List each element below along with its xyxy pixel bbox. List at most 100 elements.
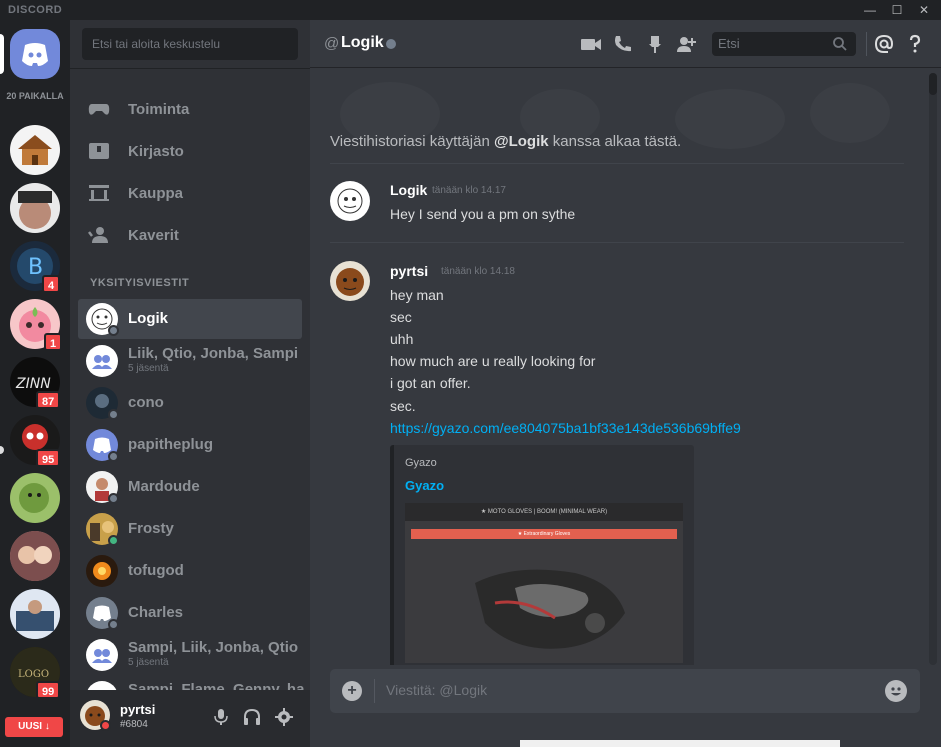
history-user: @Logik [493, 133, 549, 150]
dm-name: cono [128, 394, 164, 411]
server-icon-green-character[interactable] [10, 473, 60, 523]
message-author[interactable]: pyrtsi [390, 263, 428, 279]
dm-item-cono[interactable]: cono [78, 383, 302, 423]
close-button[interactable]: ✕ [914, 1, 934, 19]
dm-name: Frosty [128, 520, 174, 537]
headphones-icon[interactable] [242, 707, 262, 727]
dm-name: Logik [128, 310, 168, 327]
svg-text:ZINN: ZINN [15, 376, 51, 392]
dm-item-logik[interactable]: Logik [78, 299, 302, 339]
server-icon-cabin[interactable] [10, 125, 60, 175]
nav-label: Kauppa [128, 185, 184, 202]
message-list: Viestihistoriasi käyttäjän @Logik kanssa… [310, 69, 941, 665]
nav-library[interactable]: Kirjasto [78, 133, 302, 169]
image-banner: ★ Extraordinary Gloves [411, 529, 677, 539]
library-icon [89, 143, 109, 159]
maximize-button[interactable]: ☐ [887, 1, 907, 19]
friends-icon [88, 227, 108, 243]
dm-item-frosty[interactable]: Frosty [78, 509, 302, 549]
at-icon: @ [324, 35, 340, 52]
dm-item-charles[interactable]: Charles [78, 593, 302, 633]
history-suffix: kanssa alkaa tästä. [548, 133, 682, 150]
help-icon[interactable] [904, 33, 926, 55]
dm-name: tofugod [128, 562, 184, 579]
chat-area: @ Logik Etsi Viestihistoriasi käyttäjän … [310, 20, 941, 747]
message-text: how much are u really looking for [390, 353, 596, 369]
microphone-icon[interactable] [211, 707, 231, 727]
divider [374, 679, 375, 703]
group-icon [92, 355, 112, 369]
store-icon [89, 185, 109, 201]
pin-icon[interactable] [644, 33, 666, 55]
background-decoration [340, 82, 890, 149]
nav-label: Kirjasto [128, 143, 184, 160]
member-count: 5 jäsentä [128, 363, 169, 374]
settings-gear-icon[interactable] [274, 707, 294, 727]
message-text: uhh [390, 331, 414, 347]
glove-image [475, 569, 625, 649]
dm-item-papitheplug[interactable]: papitheplug [78, 425, 302, 465]
online-friends-count: 20 PAIKALLA [6, 91, 64, 101]
voice-call-icon[interactable] [612, 33, 634, 55]
message-avatar[interactable] [330, 261, 370, 301]
mention-badge: 87 [36, 391, 61, 409]
message-text: Hey I send you a pm on sythe [390, 206, 576, 222]
message-author[interactable]: Logik [390, 182, 427, 198]
scrollbar-track[interactable] [929, 73, 937, 665]
message-input[interactable]: Viestitä: @Logik [386, 682, 487, 698]
status-offline-dot [108, 409, 119, 420]
mentions-icon[interactable] [873, 33, 895, 55]
dm-item-group-2[interactable]: Sampi, Liik, Jonba, Qtio 5 jäsentä [78, 635, 302, 675]
discord-window: DISCORD — ☐ ✕ 20 PAIKALLA B 4 1 ZINN 87 … [0, 0, 941, 747]
divider [330, 163, 904, 164]
embed-title[interactable]: Gyazo [405, 478, 444, 493]
divider [70, 68, 310, 69]
add-friend-icon[interactable] [675, 33, 697, 55]
conversation-start-text: Viestihistoriasi käyttäjän @Logik kanssa… [330, 133, 681, 150]
dm-item-mardoude[interactable]: Mardoude [78, 467, 302, 507]
emoji-picker-icon[interactable] [885, 680, 907, 702]
divider [330, 242, 904, 243]
selected-indicator [0, 34, 4, 74]
status-online-dot [108, 535, 119, 546]
minimize-button[interactable]: — [860, 1, 880, 19]
message-link[interactable]: https://gyazo.com/ee804075ba1bf33e143de5… [390, 420, 741, 436]
nav-store[interactable]: Kauppa [78, 175, 302, 211]
avatar [86, 555, 118, 587]
message-text: i got an offer. [390, 375, 471, 391]
dm-name: Liik, Qtio, Jonba, Sampi [128, 345, 299, 362]
dm-item-group-1[interactable]: Liik, Qtio, Jonba, Sampi 5 jäsentä [78, 341, 302, 381]
embed-image[interactable]: ★ MOTO GLOVES | BOOM! (MINIMAL WEAR) ★ E… [405, 503, 683, 663]
direct-messages-header: YKSITYISVIESTIT [90, 277, 190, 289]
upload-plus-icon[interactable]: + [342, 681, 362, 701]
app-brand: DISCORD [8, 4, 63, 16]
find-conversation-input[interactable]: Etsi tai aloita keskustelu [82, 28, 298, 60]
search-input[interactable]: Etsi [712, 32, 856, 56]
member-count: 5 jäsentä [128, 657, 169, 668]
status-offline-dot [108, 493, 119, 504]
username: pyrtsi [120, 702, 156, 717]
dm-name: Mardoude [128, 478, 200, 495]
video-call-icon[interactable] [580, 33, 602, 55]
mention-badge: 1 [44, 333, 63, 351]
history-prefix: Viestihistoriasi käyttäjän [330, 133, 494, 150]
message-avatar[interactable] [330, 181, 370, 221]
status-offline-dot [108, 619, 119, 630]
title-bar: DISCORD — ☐ ✕ [0, 0, 941, 20]
server-icon-photo-group[interactable] [10, 589, 60, 639]
status-dnd-dot [100, 720, 111, 731]
scrollbar-thumb[interactable] [929, 73, 937, 95]
nav-friends[interactable]: Kaverit [78, 217, 302, 253]
user-panel: pyrtsi #6804 [70, 690, 310, 747]
dm-sidebar: Etsi tai aloita keskustelu Toiminta Kirj… [70, 20, 310, 747]
new-unreads-button[interactable]: UUSI ↓ [5, 717, 63, 737]
search-placeholder: Etsi [718, 36, 740, 51]
home-button[interactable] [10, 29, 60, 79]
divider [866, 32, 867, 56]
nav-activity[interactable]: Toiminta [78, 91, 302, 127]
discord-logo-icon [22, 43, 48, 66]
server-icon-face[interactable] [10, 183, 60, 233]
dm-item-tofugod[interactable]: tofugod [78, 551, 302, 591]
channel-header: @ Logik Etsi [310, 20, 941, 68]
server-icon-photo-couple[interactable] [10, 531, 60, 581]
